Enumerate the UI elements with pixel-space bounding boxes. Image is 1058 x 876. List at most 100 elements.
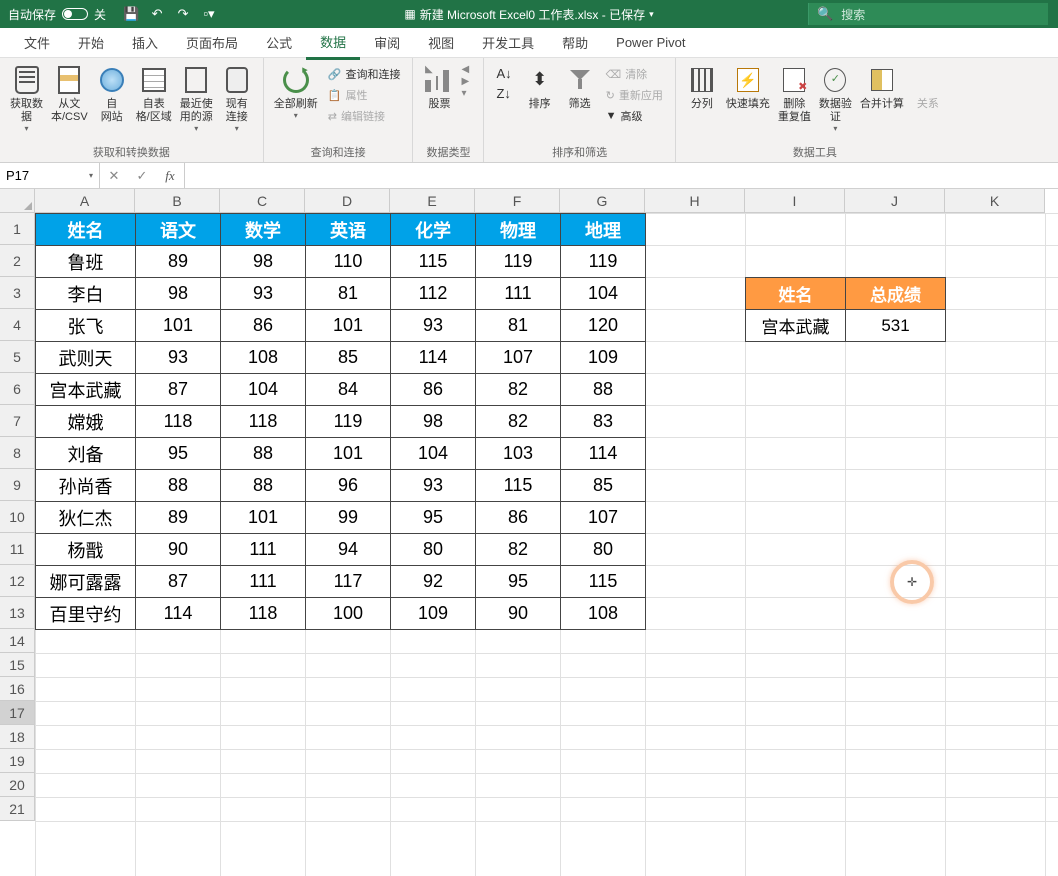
lookup-header[interactable]: 总成绩 — [845, 277, 946, 310]
table-cell[interactable]: 120 — [560, 309, 646, 342]
table-cell[interactable]: 108 — [220, 341, 306, 374]
table-cell[interactable]: 94 — [305, 533, 391, 566]
table-cell[interactable]: 119 — [305, 405, 391, 438]
row-header-6[interactable]: 6 — [0, 373, 35, 405]
tab-帮助[interactable]: 帮助 — [548, 27, 602, 58]
ribbon-btn[interactable]: 快速填充 — [722, 62, 774, 113]
row-header-17[interactable]: 17 — [0, 701, 35, 725]
tab-视图[interactable]: 视图 — [414, 27, 468, 58]
table-cell[interactable]: 86 — [220, 309, 306, 342]
table-cell[interactable]: 115 — [475, 469, 561, 502]
undo-icon[interactable]: ↶ — [148, 5, 166, 23]
row-header-21[interactable]: 21 — [0, 797, 35, 821]
accept-icon[interactable]: ✓ — [128, 168, 156, 184]
table-cell[interactable]: 82 — [475, 373, 561, 406]
cancel-icon[interactable]: ✕ — [100, 168, 128, 184]
scroll-right-icon[interactable]: ▶ — [461, 76, 475, 87]
table-cell[interactable]: 111 — [475, 277, 561, 310]
table-cell[interactable]: 114 — [390, 341, 476, 374]
table-header[interactable]: 地理 — [560, 213, 646, 246]
filter-button[interactable]: 筛选 — [560, 62, 600, 113]
table-cell[interactable]: 111 — [220, 533, 306, 566]
tab-Power Pivot[interactable]: Power Pivot — [602, 29, 699, 56]
table-cell[interactable]: 孙尚香 — [35, 469, 136, 502]
table-cell[interactable]: 100 — [305, 597, 391, 630]
row-header-11[interactable]: 11 — [0, 533, 35, 565]
table-cell[interactable]: 85 — [560, 469, 646, 502]
lookup-cell[interactable]: 宫本武藏 — [745, 309, 846, 342]
table-cell[interactable]: 98 — [390, 405, 476, 438]
col-header-E[interactable]: E — [390, 189, 475, 213]
tab-公式[interactable]: 公式 — [252, 27, 306, 58]
table-cell[interactable]: 98 — [220, 245, 306, 278]
table-cell[interactable]: 百里守约 — [35, 597, 136, 630]
table-cell[interactable]: 86 — [475, 501, 561, 534]
ribbon-btn[interactable]: 分列 — [682, 62, 722, 113]
table-cell[interactable]: 119 — [475, 245, 561, 278]
table-cell[interactable]: 98 — [135, 277, 221, 310]
table-cell[interactable]: 118 — [220, 405, 306, 438]
fx-icon[interactable]: fx — [156, 168, 184, 184]
table-cell[interactable]: 111 — [220, 565, 306, 598]
table-cell[interactable]: 82 — [475, 405, 561, 438]
table-cell[interactable]: 90 — [135, 533, 221, 566]
table-cell[interactable]: 109 — [390, 597, 476, 630]
ribbon-btn[interactable]: 获取数据▾ — [6, 62, 47, 136]
row-header-1[interactable]: 1 — [0, 213, 35, 245]
table-cell[interactable]: 107 — [475, 341, 561, 374]
ribbon-btn[interactable]: 删除重复值 — [774, 62, 815, 126]
table-cell[interactable]: 85 — [305, 341, 391, 374]
select-all-corner[interactable] — [0, 189, 35, 213]
table-cell[interactable]: 95 — [135, 437, 221, 470]
table-cell[interactable]: 88 — [560, 373, 646, 406]
table-cell[interactable]: 101 — [305, 437, 391, 470]
tab-插入[interactable]: 插入 — [118, 27, 172, 58]
table-cell[interactable]: 118 — [220, 597, 306, 630]
table-cell[interactable]: 101 — [305, 309, 391, 342]
name-box[interactable]: P17 ▾ — [0, 163, 100, 188]
ribbon-btn[interactable]: 合并计算 — [856, 62, 908, 113]
tab-数据[interactable]: 数据 — [306, 26, 360, 60]
table-cell[interactable]: 88 — [135, 469, 221, 502]
table-cell[interactable]: 95 — [390, 501, 476, 534]
table-cell[interactable]: 101 — [220, 501, 306, 534]
table-cell[interactable]: 89 — [135, 245, 221, 278]
table-cell[interactable]: 88 — [220, 437, 306, 470]
table-cell[interactable]: 86 — [390, 373, 476, 406]
table-cell[interactable]: 81 — [305, 277, 391, 310]
col-header-G[interactable]: G — [560, 189, 645, 213]
table-cell[interactable]: 93 — [220, 277, 306, 310]
table-header[interactable]: 物理 — [475, 213, 561, 246]
table-cell[interactable]: 119 — [560, 245, 646, 278]
table-cell[interactable]: 104 — [220, 373, 306, 406]
table-cell[interactable]: 93 — [135, 341, 221, 374]
col-header-J[interactable]: J — [845, 189, 945, 213]
ribbon-btn[interactable]: 最近使用的源▾ — [176, 62, 217, 136]
table-cell[interactable]: 118 — [135, 405, 221, 438]
col-header-H[interactable]: H — [645, 189, 745, 213]
table-header[interactable]: 英语 — [305, 213, 391, 246]
cells-area[interactable]: 姓名语文数学英语化学物理地理鲁班8998110115119119李白989381… — [35, 213, 1058, 876]
col-header-B[interactable]: B — [135, 189, 220, 213]
sort-desc-button[interactable]: Z↓ — [492, 84, 515, 103]
table-cell[interactable]: 115 — [390, 245, 476, 278]
table-cell[interactable]: 嫦娥 — [35, 405, 136, 438]
table-cell[interactable]: 杨戬 — [35, 533, 136, 566]
row-header-4[interactable]: 4 — [0, 309, 35, 341]
lookup-cell[interactable]: 531 — [845, 309, 946, 342]
table-cell[interactable]: 92 — [390, 565, 476, 598]
table-cell[interactable]: 88 — [220, 469, 306, 502]
table-cell[interactable]: 李白 — [35, 277, 136, 310]
ribbon-small-btn[interactable]: ▼高级 — [602, 106, 667, 126]
row-header-10[interactable]: 10 — [0, 501, 35, 533]
refresh-all-button[interactable]: 全部刷新 ▾ — [270, 62, 322, 123]
table-cell[interactable]: 90 — [475, 597, 561, 630]
col-header-K[interactable]: K — [945, 189, 1045, 213]
table-cell[interactable]: 狄仁杰 — [35, 501, 136, 534]
table-cell[interactable]: 娜可露露 — [35, 565, 136, 598]
table-cell[interactable]: 83 — [560, 405, 646, 438]
table-cell[interactable]: 张飞 — [35, 309, 136, 342]
table-cell[interactable]: 93 — [390, 309, 476, 342]
table-cell[interactable]: 80 — [390, 533, 476, 566]
ribbon-btn[interactable]: 从文本/CSV — [47, 62, 92, 126]
